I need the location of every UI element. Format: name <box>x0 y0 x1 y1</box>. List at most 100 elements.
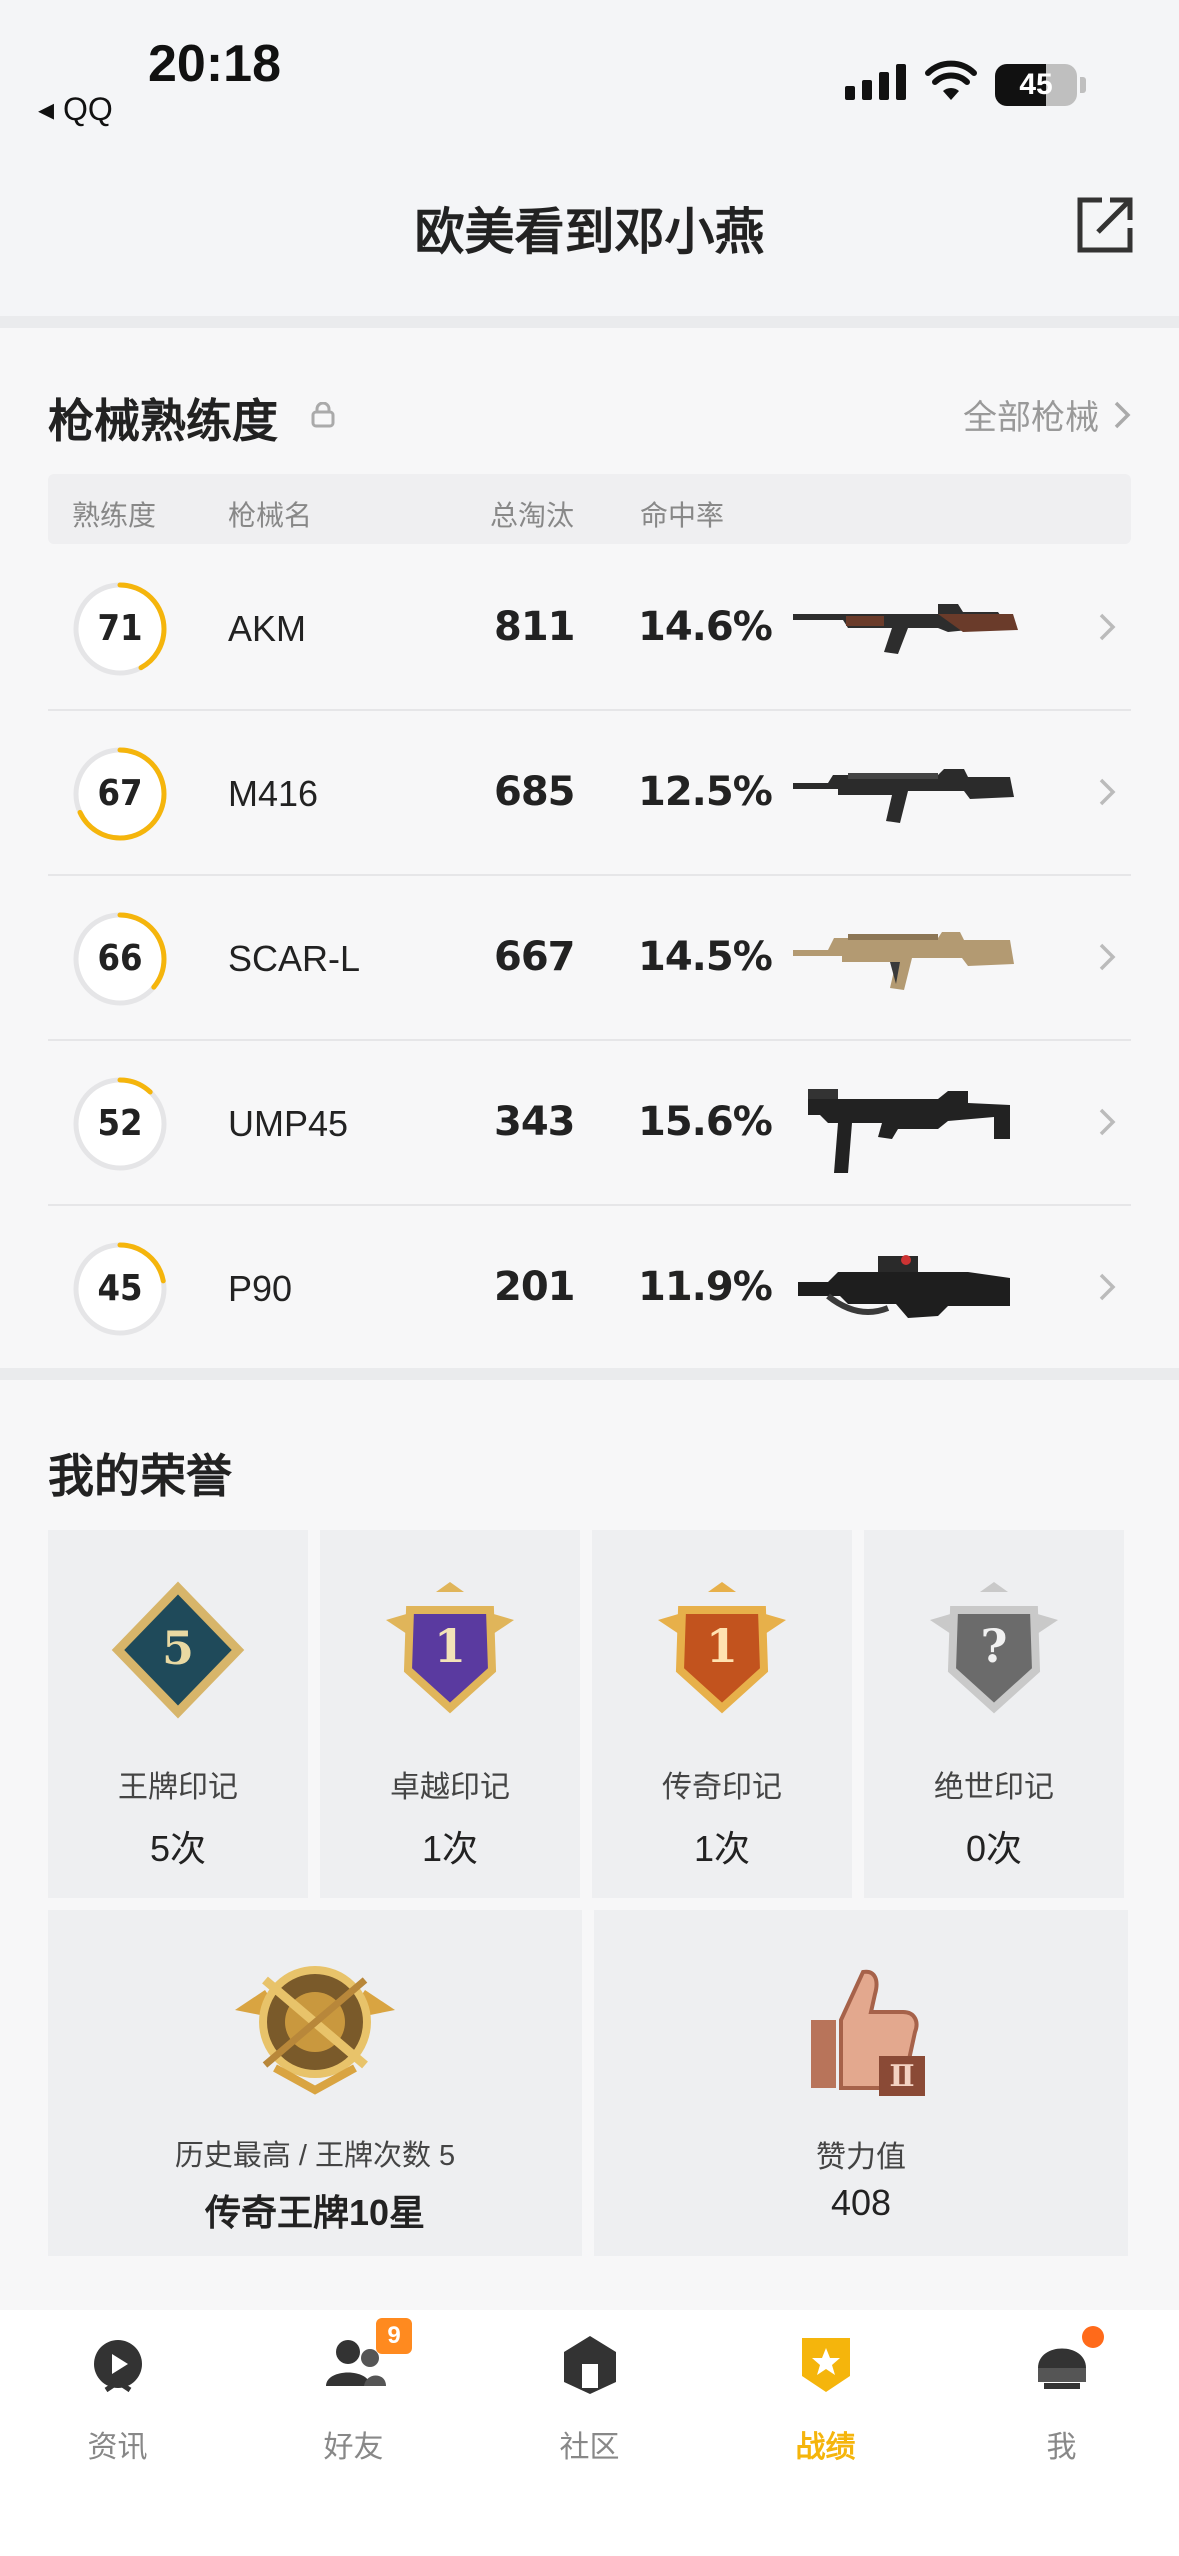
page-title: 欧美看到邓小燕 <box>414 204 765 260</box>
record-icon <box>801 2338 850 2392</box>
highest-rank-label: 历史最高 / 王牌次数 5 <box>174 2140 456 2172</box>
weapon-name: SCAR-L <box>228 938 361 979</box>
col-kills: 总淘汰 <box>490 500 575 531</box>
weapon-row[interactable]: 52 UMP45 343 15.6% <box>48 1041 1131 1206</box>
weapon-mastery-title: 枪械熟练度 <box>48 395 278 447</box>
weapon-kills: 667 <box>494 934 575 980</box>
cellular-signal-icon <box>845 64 906 100</box>
honor-mark-label: 绝世印记 <box>934 1771 1054 1804</box>
honor-mark-label: 传奇印记 <box>662 1771 782 1804</box>
svg-text:?: ? <box>981 1619 1008 1673</box>
col-mastery: 熟练度 <box>72 500 157 531</box>
likes-card[interactable]: Ⅱ 赞力值 408 <box>594 1910 1128 2256</box>
likes-value: 408 <box>830 2182 892 2223</box>
news-icon <box>93 2340 142 2393</box>
highest-rank-card[interactable]: 历史最高 / 王牌次数 5 传奇王牌10星 <box>48 1910 582 2256</box>
mastery-level: 52 <box>97 1103 143 1144</box>
weapon-image <box>793 769 1014 823</box>
battery-level: 45 <box>1019 68 1053 101</box>
notification-dot <box>1082 2326 1104 2348</box>
weapon-accuracy: 11.9% <box>638 1264 773 1310</box>
mastery-level: 67 <box>97 773 143 814</box>
col-weapon-name: 枪械名 <box>228 500 313 531</box>
weapon-name: AKM <box>228 608 307 649</box>
divider <box>0 1368 1179 1380</box>
svg-text:Ⅱ: Ⅱ <box>889 2059 914 2094</box>
status-time: 20:18 <box>148 35 281 93</box>
tab-label: 社区 <box>559 2431 620 2464</box>
weapon-kills: 811 <box>494 604 575 650</box>
tab-label: 资讯 <box>87 2431 148 2464</box>
community-icon <box>563 2336 616 2394</box>
col-accuracy: 命中率 <box>640 500 725 531</box>
ace-mark-icon: 5 <box>111 1581 245 1719</box>
peerless-mark-icon: ? <box>930 1582 1058 1714</box>
chevron-right-icon <box>1099 1273 1116 1301</box>
chevron-right-icon <box>1114 401 1131 428</box>
honor-mark-count: 0次 <box>965 1828 1023 1869</box>
weapon-image <box>793 932 1014 990</box>
back-to-app-link[interactable]: ◂ QQ <box>38 90 113 128</box>
tab-news[interactable]: 资讯 <box>0 2310 235 2510</box>
weapon-accuracy: 12.5% <box>638 769 773 815</box>
weapon-name: P90 <box>228 1268 293 1309</box>
tab-label: 我 <box>1046 2431 1077 2464</box>
honor-mark-count: 1次 <box>693 1828 751 1869</box>
honor-mark-count: 1次 <box>421 1828 479 1869</box>
weapon-row[interactable]: 71 AKM 811 14.6% <box>48 546 1131 711</box>
thumbs-up-icon: Ⅱ <box>811 1969 925 2096</box>
weapon-name: UMP45 <box>228 1103 349 1144</box>
tab-friends[interactable]: 9 好友 <box>236 2310 471 2510</box>
weapon-row[interactable]: 45 P90 201 11.9% <box>48 1206 1131 1371</box>
tab-community[interactable]: 社区 <box>472 2310 707 2510</box>
highest-rank-emblem-icon <box>235 1966 395 2095</box>
tab-record[interactable]: 战绩 <box>708 2310 943 2510</box>
weapon-image <box>808 1089 1010 1173</box>
chevron-right-icon <box>1099 778 1116 806</box>
honor-mark-card[interactable]: ? 绝世印记 0次 <box>864 1530 1124 1898</box>
excellence-mark-icon: 1 <box>386 1582 514 1714</box>
highest-rank-value: 传奇王牌10星 <box>204 2192 426 2233</box>
weapon-kills: 685 <box>494 769 575 815</box>
tab-label: 好友 <box>323 2431 384 2464</box>
bottom-tab-bar: 资讯 9 好友 社区 战绩 我 <box>0 2310 1179 2556</box>
likes-label: 赞力值 <box>816 2141 906 2174</box>
honor-mark-card[interactable]: 1 传奇印记 1次 <box>592 1530 852 1898</box>
svg-text:5: 5 <box>162 1621 194 1675</box>
weapon-accuracy: 14.6% <box>638 604 773 650</box>
weapon-accuracy: 14.5% <box>638 934 773 980</box>
legend-mark-icon: 1 <box>658 1582 786 1714</box>
honor-mark-count: 5次 <box>149 1828 207 1869</box>
mastery-level: 71 <box>97 608 143 649</box>
friends-badge: 9 <box>376 2318 412 2354</box>
weapon-accuracy: 15.6% <box>638 1099 773 1145</box>
weapon-table-header: 熟练度 枪械名 总淘汰 命中率 <box>48 474 1131 544</box>
honor-mark-card[interactable]: 5 王牌印记 5次 <box>48 1530 308 1898</box>
mastery-level: 45 <box>97 1268 143 1309</box>
share-icon[interactable] <box>1072 192 1138 258</box>
weapon-image <box>798 1255 1010 1318</box>
tab-profile[interactable]: 我 <box>944 2310 1179 2510</box>
svg-text:1: 1 <box>434 1619 466 1673</box>
weapon-name: M416 <box>228 773 319 814</box>
weapon-row[interactable]: 67 M416 685 12.5% <box>48 711 1131 876</box>
chevron-right-icon <box>1099 1108 1116 1136</box>
honor-mark-label: 卓越印记 <box>390 1771 510 1804</box>
battery-icon: 45 <box>995 64 1077 106</box>
weapon-row[interactable]: 66 SCAR-L 667 14.5% <box>48 876 1131 1041</box>
honor-mark-card[interactable]: 1 卓越印记 1次 <box>320 1530 580 1898</box>
weapon-kills: 201 <box>494 1264 575 1310</box>
status-bar: 20:18 ◂ QQ 45 <box>0 0 1179 140</box>
chevron-right-icon <box>1099 613 1116 641</box>
all-weapons-label: 全部枪械 <box>963 399 1099 437</box>
all-weapons-link[interactable]: 全部枪械 <box>963 390 1131 439</box>
tab-label: 战绩 <box>795 2431 856 2464</box>
wifi-icon <box>925 60 977 100</box>
weapon-image <box>793 604 1018 654</box>
svg-text:1: 1 <box>706 1619 738 1673</box>
chevron-right-icon <box>1099 943 1116 971</box>
honors-title: 我的荣誉 <box>48 1450 232 1502</box>
lock-icon <box>311 402 335 428</box>
divider <box>0 316 1179 328</box>
mastery-level: 66 <box>97 938 143 979</box>
